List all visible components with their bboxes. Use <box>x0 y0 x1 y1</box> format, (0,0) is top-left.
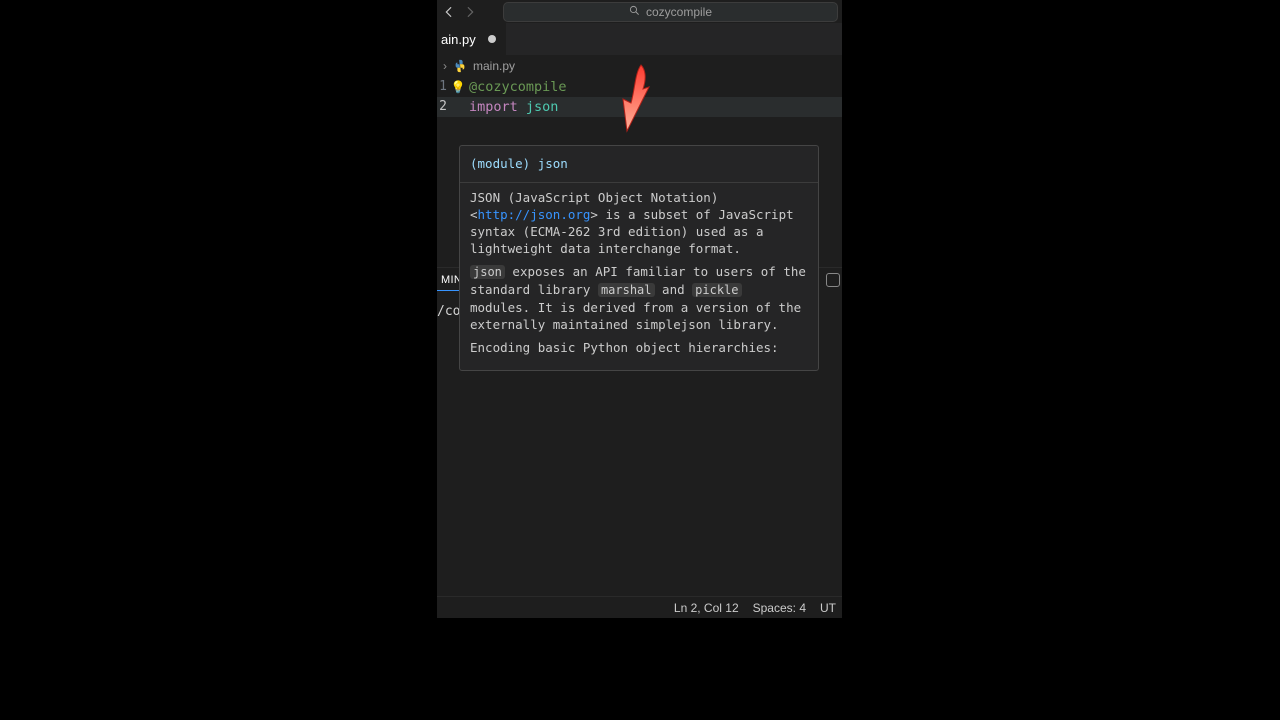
hover-link[interactable]: http://json.org <box>478 207 591 222</box>
keyword-token: import <box>469 99 526 115</box>
hover-tooltip[interactable]: (module) json JSON (JavaScript Object No… <box>459 145 819 371</box>
code-editor[interactable]: 1 💡 @cozycompile 2 import json <box>437 77 842 117</box>
hover-text: and <box>655 282 693 297</box>
command-center[interactable]: cozycompile <box>503 2 838 22</box>
tab-dirty-dot-icon <box>488 35 496 43</box>
hover-text: Encoding basic Python object hierarchies… <box>470 339 808 356</box>
tab-main-py[interactable]: ain.py <box>437 23 507 55</box>
code-line-1[interactable]: 1 💡 @cozycompile <box>437 77 842 97</box>
decorator-token: @cozycompile <box>469 79 567 95</box>
nav-forward-icon[interactable] <box>462 3 477 21</box>
code-chip: pickle <box>692 283 741 297</box>
hover-text: modules. It is derived from a version of… <box>470 300 801 332</box>
status-encoding[interactable]: UT <box>820 601 836 615</box>
titlebar: cozycompile <box>437 0 842 23</box>
hover-body: JSON (JavaScript Object Notation) <http:… <box>460 183 818 370</box>
status-spaces[interactable]: Spaces: 4 <box>753 601 806 615</box>
panel-action-icon[interactable] <box>826 273 840 287</box>
breadcrumb-file: main.py <box>473 59 515 73</box>
nav-back-icon[interactable] <box>441 3 456 21</box>
status-cursor-pos[interactable]: Ln 2, Col 12 <box>674 601 739 615</box>
status-bar: Ln 2, Col 12 Spaces: 4 UT <box>437 596 842 618</box>
tab-label: ain.py <box>441 32 476 47</box>
search-icon <box>629 5 640 19</box>
code-chip: marshal <box>598 283 655 297</box>
search-text: cozycompile <box>646 5 712 19</box>
python-file-icon <box>453 59 467 73</box>
chevron-right-icon: › <box>443 59 447 73</box>
tab-bar: ain.py <box>437 23 842 55</box>
module-token: json <box>526 99 559 115</box>
code-line-2[interactable]: 2 import json <box>437 97 842 117</box>
hover-signature: (module) json <box>460 146 818 183</box>
breadcrumb[interactable]: › main.py <box>437 55 842 77</box>
line-number: 2 <box>437 97 447 117</box>
vscode-window: cozycompile ain.py › main.py 1 💡 @cozyco… <box>437 0 842 618</box>
code-chip: json <box>470 265 505 279</box>
lightbulb-icon[interactable]: 💡 <box>447 77 469 97</box>
line-number: 1 <box>437 77 447 97</box>
